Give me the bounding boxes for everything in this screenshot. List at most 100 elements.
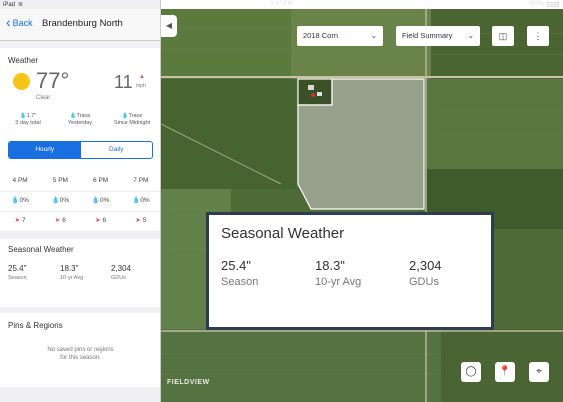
hour-label: 4 PM [12, 177, 28, 184]
tab-hourly[interactable]: Hourly [9, 142, 81, 158]
pin-icon: 📍 [498, 366, 512, 377]
hourly-wind: ➤ 7 [0, 212, 40, 231]
precip-chance: 💧0% [121, 192, 160, 211]
battery-icon [547, 1, 559, 7]
tab-daily[interactable]: Daily [80, 142, 152, 158]
weather-heading: Weather [8, 56, 39, 65]
precip-chance-value: 0% [140, 197, 150, 204]
more-button[interactable]: ⋮ [527, 26, 549, 46]
satellite-imagery [161, 9, 563, 402]
precip-chance: 💧0% [40, 192, 80, 211]
view-select[interactable]: Field Summary ⌄ [396, 26, 480, 46]
callout-avg-value: 18.3" [315, 258, 345, 273]
precip-since-midnight: 💧Trace Since Midnight [108, 113, 156, 127]
callout-gdu-value: 2,304 [409, 258, 442, 273]
hour-label: 6 PM [93, 177, 109, 184]
wind-value: 7 [21, 217, 26, 224]
pins-empty-message: No saved pins or regions for this season… [0, 346, 160, 362]
wifi-icon: ≋ [18, 2, 24, 8]
seasonal-weather-callout: Seasonal Weather 25.4" Season 18.3" 10-y… [206, 212, 494, 330]
callout-title: Seasonal Weather [221, 225, 345, 242]
precip-yesterday: 💧Trace Yesterday [56, 113, 104, 127]
precip-chance-value: 0% [99, 197, 110, 204]
nav-bar: ‹ Back Brandenburg North [0, 9, 160, 41]
drop-icon: 💧 [132, 197, 141, 204]
callout-gdu-label: GDUs [409, 276, 439, 288]
hourly-wind: ➤ 6 [81, 212, 121, 231]
forecast-toggle: Hourly Daily [8, 141, 153, 159]
precip-value: Trace [128, 113, 143, 119]
back-label: Back [12, 18, 33, 28]
wind-arrow-icon: ▲ [139, 74, 145, 80]
device-label: iPad [3, 1, 16, 8]
hourly-wind: ➤ 5 [121, 212, 160, 231]
precip-value: 1.7" [26, 113, 37, 119]
wind-row: ➤ 7 ➤ 6 ➤ 6 ➤ 5 [0, 212, 160, 232]
wind-unit: mph [136, 83, 146, 89]
drop-pin-button[interactable]: 📍 [495, 362, 515, 382]
wind-value: 6 [102, 217, 107, 224]
locate-button[interactable]: ⌖ [529, 362, 549, 382]
pins-heading: Pins & Regions [8, 321, 63, 330]
fieldview-logo: FIELDVIEW [167, 379, 210, 386]
wind-arrow-icon: ➤ [135, 217, 141, 224]
seasonal-heading: Seasonal Weather [8, 245, 74, 254]
layout-button[interactable]: ◫ [492, 26, 514, 46]
collapse-sidebar-button[interactable]: ◀ [161, 15, 177, 37]
view-select-value: Field Summary [402, 31, 453, 40]
drop-icon: 💧 [69, 113, 77, 119]
hour-label: 7 PM [133, 177, 149, 184]
hour-row: 4 PM 5 PM 6 PM 7 PM [0, 172, 160, 192]
wind-arrow-icon: ➤ [95, 217, 101, 224]
season-label: Season [8, 275, 27, 281]
field-title: Brandenburg North [42, 18, 123, 29]
precip-label: 3 day total [15, 120, 41, 126]
drop-icon: 💧 [19, 113, 27, 119]
layout-icon: ◫ [498, 31, 508, 41]
precip-total: 💧1.7" 3 day total [4, 113, 52, 127]
callout-season-label: Season [221, 276, 259, 288]
gdu-value: 2,304 [111, 264, 132, 273]
season-value: 25.4" [8, 264, 27, 273]
precip-chance-row: 💧0% 💧0% 💧0% 💧0% [0, 192, 160, 212]
callout-avg-label: 10-yr Avg [315, 276, 362, 288]
wind-arrow-icon: ➤ [14, 217, 21, 224]
back-button[interactable]: ‹ Back [6, 14, 33, 30]
satellite-map[interactable]: ◀ 2018 Corn ⌄ Field Summary ⌄ ◫ ⋮ FIELDV… [161, 9, 563, 402]
precip-chance-value: 0% [19, 197, 29, 204]
wind-speed: 11 [114, 72, 133, 92]
precip-label: Yesterday [67, 120, 93, 126]
condition: Clear [36, 95, 51, 101]
chevron-down-icon: ⌄ [467, 31, 474, 40]
lasso-button[interactable]: ◯ [461, 362, 481, 382]
status-time: 3:47 PM [270, 1, 293, 7]
precip-chance: 💧0% [81, 192, 121, 211]
wind-arrow-icon: ➤ [54, 217, 61, 224]
hourly-wind: ➤ 6 [40, 212, 80, 231]
seasonal-weather-section[interactable]: Seasonal Weather 25.4" Season 18.3" 10-y… [0, 239, 160, 307]
chevron-down-icon: ⌄ [370, 31, 377, 40]
avg-label: 10-yr Avg [60, 275, 84, 281]
season-select[interactable]: 2018 Corn ⌄ [297, 26, 383, 46]
sidebar: ‹ Back Brandenburg North Weather 77° Cle… [0, 0, 161, 402]
sun-icon [13, 73, 30, 90]
pins-empty-line2: for this season. [60, 355, 101, 361]
battery-percent: 100% [528, 1, 544, 7]
drop-icon: 💧 [51, 197, 60, 204]
precip-value: Trace [76, 113, 91, 119]
precip-chance-value: 0% [59, 197, 70, 204]
pins-empty-line1: No saved pins or regions [47, 347, 114, 353]
drop-icon: 💧 [121, 113, 129, 119]
more-icon: ⋮ [533, 31, 543, 41]
weather-section: Weather 77° Clear 11 ▲ mph 💧1.7" 3 day t… [0, 48, 160, 232]
back-chevron-icon: ‹ [6, 14, 11, 30]
pins-regions-section: Pins & Regions No saved pins or regions … [0, 313, 160, 387]
locate-icon: ⌖ [536, 366, 542, 377]
drop-icon: 💧 [91, 197, 100, 204]
precip-label: Since Midnight [113, 120, 151, 126]
wind-value: 5 [142, 217, 147, 224]
temperature: 77° [36, 68, 70, 93]
collapse-icon: ◀ [165, 21, 173, 30]
hourly-forecast: 4 PM 5 PM 6 PM 7 PM 💧0% 💧0% 💧0% 💧0% ➤ 7 … [0, 172, 160, 232]
season-select-value: 2018 Corn [303, 31, 339, 40]
